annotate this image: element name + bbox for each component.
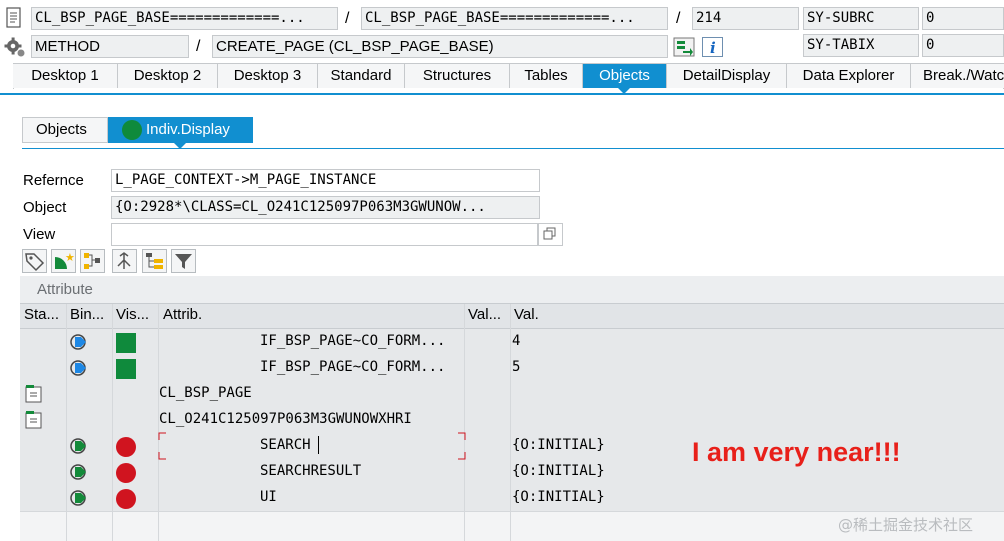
column-header[interactable]: Sta... [24, 306, 59, 323]
svg-text:i: i [710, 39, 716, 56]
info-icon[interactable]: i [702, 37, 723, 57]
visibility-public-icon [116, 333, 136, 353]
variable-value-field[interactable]: 0 [922, 34, 1004, 57]
attribute-name[interactable]: SEARCHRESULT [260, 463, 361, 479]
active-tab-pointer [618, 88, 630, 94]
variable-value-field[interactable]: 0 [922, 7, 1004, 30]
event-type-field[interactable]: METHOD [31, 35, 189, 58]
separator: / [345, 10, 350, 27]
tab-data-explorer[interactable]: Data Explorer [787, 64, 911, 88]
visibility-public-icon [116, 359, 136, 379]
public-binding-icon [69, 358, 89, 378]
object-label: Object [23, 199, 67, 216]
attribute-value[interactable]: 4 [512, 333, 520, 349]
attribute-value[interactable]: {O:INITIAL} [512, 489, 605, 505]
gear-icon[interactable] [4, 36, 26, 58]
column-divider [112, 304, 113, 541]
hierarchy-icon[interactable] [80, 249, 105, 273]
program-field[interactable]: CL_BSP_PAGE_BASE=============... [31, 7, 338, 30]
green-status-icon [122, 120, 142, 140]
subtab-underline [22, 148, 1004, 149]
column-header[interactable]: Bin... [70, 306, 104, 323]
attribute-value[interactable]: {O:INITIAL} [512, 437, 605, 453]
tab-structures[interactable]: Structures [405, 64, 510, 88]
object-field[interactable]: {O:2928*\CLASS=CL_O241C125097P063M3GWUNO… [111, 196, 540, 219]
table-title: Attribute [37, 281, 93, 298]
visibility-private-icon [116, 489, 136, 509]
visibility-private-icon [116, 463, 136, 483]
view-label: View [23, 226, 56, 243]
visibility-private-icon [116, 437, 136, 457]
private-binding-icon [69, 436, 89, 456]
tab-desktop-3[interactable]: Desktop 3 [218, 64, 318, 88]
source-icon[interactable] [5, 7, 23, 29]
reference-input[interactable]: L_PAGE_CONTEXT->M_PAGE_INSTANCE [111, 169, 540, 192]
expand-node-icon[interactable] [24, 410, 44, 430]
attribute-value[interactable]: 5 [512, 359, 520, 375]
tab-breakpoints[interactable]: Break./Watc [911, 64, 1004, 88]
variable-name-field[interactable]: SY-SUBRC [803, 7, 919, 30]
separator: / [196, 38, 201, 55]
column-header[interactable]: Val... [468, 306, 501, 323]
separator: / [676, 10, 681, 27]
column-divider [66, 304, 67, 541]
collapse-icon[interactable] [112, 249, 137, 273]
attribute-name[interactable]: IF_BSP_PAGE~CO_FORM... [260, 333, 445, 349]
tab-desktop-2[interactable]: Desktop 2 [118, 64, 218, 88]
attribute-name[interactable]: UI [260, 489, 277, 505]
private-binding-icon [69, 462, 89, 482]
attribute-name[interactable]: IF_BSP_PAGE~CO_FORM... [260, 359, 445, 375]
tree-icon[interactable] [142, 249, 167, 273]
attribute-value[interactable]: {O:INITIAL} [512, 463, 605, 479]
reference-label: Refernce [23, 172, 84, 189]
column-divider [510, 304, 511, 541]
variable-name-field[interactable]: SY-TABIX [803, 34, 919, 57]
column-header[interactable]: Attrib. [163, 306, 202, 323]
filter-icon[interactable] [171, 249, 196, 273]
text-cursor [318, 436, 319, 454]
subtab-objects[interactable]: Objects [22, 117, 108, 143]
column-header[interactable]: Vis... [116, 306, 149, 323]
method-name-field[interactable]: CREATE_PAGE (CL_BSP_PAGE_BASE) [212, 35, 668, 58]
tab-detaildisplay[interactable]: DetailDisplay [667, 64, 787, 88]
column-header[interactable]: Val. [514, 306, 539, 323]
tab-tables[interactable]: Tables [510, 64, 583, 88]
private-binding-icon [69, 488, 89, 508]
class-name[interactable]: CL_O241C125097P063M3GWUNOWXHRI [159, 411, 412, 427]
tab-standard[interactable]: Standard [318, 64, 405, 88]
active-subtab-pointer [174, 143, 186, 149]
new-attribute-icon[interactable]: ★ [51, 249, 76, 273]
annotation-text: I am very near!!! [692, 437, 901, 467]
column-divider [464, 304, 465, 541]
copy-icon[interactable] [538, 223, 563, 246]
tag-icon[interactable] [22, 249, 47, 273]
svg-text:★: ★ [65, 252, 75, 264]
view-input[interactable] [111, 223, 538, 246]
line-number-field[interactable]: 214 [692, 7, 799, 30]
include-field[interactable]: CL_BSP_PAGE_BASE=============... [361, 7, 668, 30]
selected-cell-frame [158, 432, 466, 460]
class-name[interactable]: CL_BSP_PAGE [159, 385, 252, 401]
tab-underline [0, 93, 1004, 95]
expand-node-icon[interactable] [24, 384, 44, 404]
watermark: @稀土掘金技术社区 [838, 516, 974, 534]
tab-desktop-1[interactable]: Desktop 1 [13, 64, 118, 88]
tab-objects[interactable]: Objects [583, 64, 667, 88]
public-binding-icon [69, 332, 89, 352]
navigate-icon[interactable] [673, 37, 695, 57]
attribute-name[interactable]: SEARCH [260, 437, 311, 453]
